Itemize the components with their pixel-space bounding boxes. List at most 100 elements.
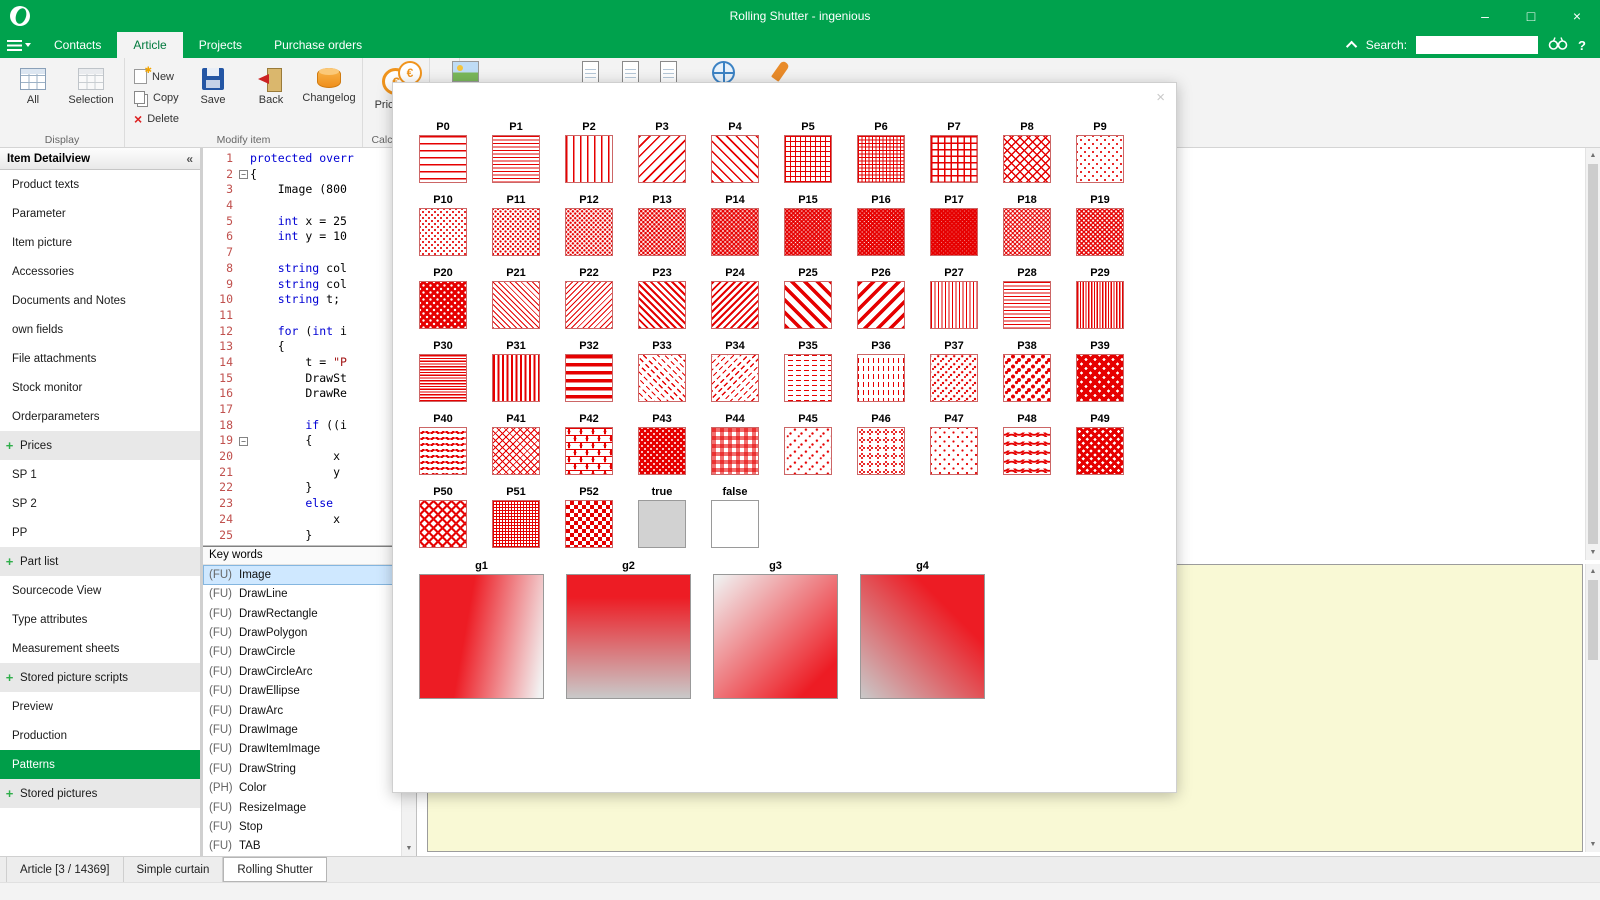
keyword-item-drawstring[interactable]: (FU)DrawString [203, 759, 402, 778]
pattern-swatch-true[interactable] [638, 500, 686, 548]
pattern-swatch-p22[interactable] [565, 281, 613, 329]
sidebar-item-file-attachments[interactable]: File attachments [0, 344, 200, 373]
pattern-swatch-p15[interactable] [784, 208, 832, 256]
pattern-swatch-p46[interactable] [857, 427, 905, 475]
pattern-swatch-p18[interactable] [1003, 208, 1051, 256]
keyword-item-drawellipse[interactable]: (FU)DrawEllipse [203, 681, 402, 700]
keyword-item-image[interactable]: (FU)Image [203, 565, 402, 584]
maximize-button[interactable]: □ [1508, 0, 1554, 32]
sidebar-item-type-attributes[interactable]: Type attributes [0, 605, 200, 634]
sidebar-item-preview[interactable]: Preview [0, 692, 200, 721]
pattern-swatch-p0[interactable] [419, 135, 467, 183]
menu-tab-projects[interactable]: Projects [183, 32, 258, 58]
sidebar-item-accessories[interactable]: Accessories [0, 257, 200, 286]
pattern-swatch-p32[interactable] [565, 354, 613, 402]
sidebar-item-stored-pictures[interactable]: +Stored pictures [0, 779, 200, 808]
pattern-swatch-p24[interactable] [711, 281, 759, 329]
minimize-button[interactable]: – [1462, 0, 1508, 32]
scroll-down-icon[interactable]: ▼ [1586, 837, 1600, 852]
pattern-swatch-p45[interactable] [784, 427, 832, 475]
binoculars-icon[interactable] [1547, 35, 1569, 56]
doc-icon[interactable] [660, 61, 677, 84]
pattern-swatch-p17[interactable] [930, 208, 978, 256]
selection-button[interactable]: Selection [64, 63, 118, 106]
pattern-swatch-p50[interactable] [419, 500, 467, 548]
sidebar-item-patterns[interactable]: Patterns [0, 750, 200, 779]
close-icon[interactable]: × [1156, 90, 1165, 105]
collapse-ribbon-icon[interactable] [1346, 41, 1357, 52]
pattern-swatch-p38[interactable] [1003, 354, 1051, 402]
pattern-swatch-p30[interactable] [419, 354, 467, 402]
document-scrollbar[interactable]: ▲ ▼ [1585, 148, 1600, 560]
search-input[interactable] [1416, 36, 1538, 54]
pattern-swatch-p44[interactable] [711, 427, 759, 475]
pattern-swatch-p1[interactable] [492, 135, 540, 183]
app-menu-icon[interactable] [0, 32, 38, 58]
delete-button[interactable]: ×Delete [131, 109, 182, 128]
keyword-item-drawrectangle[interactable]: (FU)DrawRectangle [203, 604, 402, 623]
changelog-button[interactable]: Changelog [302, 63, 356, 104]
pattern-swatch-p52[interactable] [565, 500, 613, 548]
sidebar-item-sp-1[interactable]: SP 1 [0, 460, 200, 489]
code-editor[interactable]: 1protected overr2−{3 Image (80045 int x … [203, 148, 416, 546]
pattern-swatch-p36[interactable] [857, 354, 905, 402]
sidebar-item-stored-picture-scripts[interactable]: +Stored picture scripts [0, 663, 200, 692]
sidebar-item-production[interactable]: Production [0, 721, 200, 750]
gradient-swatch-g3[interactable] [713, 574, 838, 699]
keyword-item-color[interactable]: (PH)Color [203, 778, 402, 797]
keyword-item-tab[interactable]: (FU)TAB [203, 837, 402, 856]
status-tab-simple-curtain[interactable]: Simple curtain [124, 857, 224, 882]
pattern-swatch-p12[interactable] [565, 208, 613, 256]
doc-icon[interactable] [622, 61, 639, 84]
menu-tab-purchase-orders[interactable]: Purchase orders [258, 32, 378, 58]
globe-icon[interactable] [712, 61, 735, 84]
pattern-swatch-p2[interactable] [565, 135, 613, 183]
keyword-item-drawitemimage[interactable]: (FU)DrawItemImage [203, 740, 402, 759]
back-button[interactable]: Back [244, 63, 298, 106]
scroll-down-icon[interactable]: ▼ [1586, 545, 1600, 560]
pin-icon[interactable] [771, 60, 790, 82]
pattern-swatch-p23[interactable] [638, 281, 686, 329]
pattern-swatch-p43[interactable] [638, 427, 686, 475]
sidebar-item-measurement-sheets[interactable]: Measurement sheets [0, 634, 200, 663]
pattern-swatch-p48[interactable] [1003, 427, 1051, 475]
pattern-swatch-p41[interactable] [492, 427, 540, 475]
pattern-swatch-p33[interactable] [638, 354, 686, 402]
pattern-swatch-p29[interactable] [1076, 281, 1124, 329]
pattern-swatch-p49[interactable] [1076, 427, 1124, 475]
pattern-swatch-p6[interactable] [857, 135, 905, 183]
close-button[interactable]: × [1554, 0, 1600, 32]
menu-tab-article[interactable]: Article [117, 32, 182, 58]
pattern-swatch-p16[interactable] [857, 208, 905, 256]
status-tab-article-3-14369[interactable]: Article [3 / 14369] [6, 857, 124, 882]
pattern-swatch-p51[interactable] [492, 500, 540, 548]
pattern-swatch-p9[interactable] [1076, 135, 1124, 183]
pattern-swatch-p31[interactable] [492, 354, 540, 402]
pattern-swatch-p28[interactable] [1003, 281, 1051, 329]
keyword-item-resizeimage[interactable]: (FU)ResizeImage [203, 798, 402, 817]
sidebar-item-pp[interactable]: PP [0, 518, 200, 547]
sidebar-item-sourcecode-view[interactable]: Sourcecode View [0, 576, 200, 605]
pattern-swatch-p19[interactable] [1076, 208, 1124, 256]
pattern-swatch-p21[interactable] [492, 281, 540, 329]
keyword-item-stop[interactable]: (FU)Stop [203, 817, 402, 836]
pattern-swatch-p42[interactable] [565, 427, 613, 475]
menu-tab-contacts[interactable]: Contacts [38, 32, 117, 58]
pattern-swatch-p26[interactable] [857, 281, 905, 329]
sidebar-item-documents-and-notes[interactable]: Documents and Notes [0, 286, 200, 315]
sidebar-item-part-list[interactable]: +Part list [0, 547, 200, 576]
sidebar-item-own-fields[interactable]: own fields [0, 315, 200, 344]
pattern-swatch-p13[interactable] [638, 208, 686, 256]
pattern-swatch-p25[interactable] [784, 281, 832, 329]
scroll-down-icon[interactable]: ▼ [402, 841, 416, 856]
pattern-swatch-p47[interactable] [930, 427, 978, 475]
keyword-item-drawcirclearc[interactable]: (FU)DrawCircleArc [203, 662, 402, 681]
pattern-swatch-false[interactable] [711, 500, 759, 548]
scrollbar-thumb[interactable] [1588, 164, 1598, 544]
pattern-swatch-p3[interactable] [638, 135, 686, 183]
copy-button[interactable]: Copy [131, 88, 182, 107]
status-tab-rolling-shutter[interactable]: Rolling Shutter [223, 857, 326, 882]
sidebar-item-sp-2[interactable]: SP 2 [0, 489, 200, 518]
sidebar-item-orderparameters[interactable]: Orderparameters [0, 402, 200, 431]
gradient-swatch-g4[interactable] [860, 574, 985, 699]
